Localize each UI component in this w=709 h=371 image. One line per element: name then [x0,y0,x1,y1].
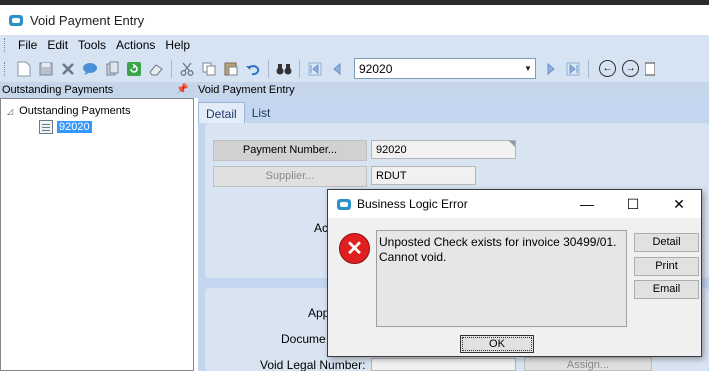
tree-item-payment[interactable]: 92020 [39,120,92,134]
menu-actions[interactable]: Actions [111,38,160,52]
toolbar: 92020 ▼ ← → [0,55,709,82]
collapse-triangle-icon[interactable]: ◿ [7,107,13,116]
toolbar-separator [268,59,269,78]
toolbar-separator [171,59,172,78]
window-title: Void Payment Entry [30,12,145,28]
search-binoculars-icon[interactable] [273,58,295,80]
tree-root-label: Outstanding Payments [19,105,131,117]
pin-icon[interactable]: 📌 [176,83,188,97]
partial-label-ac: Ac [314,221,329,235]
next-record-icon[interactable] [540,58,562,80]
dialog-titlebar: Business Logic Error — ☐ ✕ [328,190,701,218]
record-selector[interactable]: 92020 ▼ [354,58,536,79]
toolbar-separator [588,59,589,78]
attachment-icon[interactable] [101,58,123,80]
tab-list[interactable]: List [245,102,278,123]
document-icon [39,120,53,134]
minimize-icon[interactable]: — [564,190,610,218]
detail-button[interactable]: Detail [634,233,699,252]
undo-icon[interactable] [242,58,264,80]
maximize-icon[interactable]: ☐ [610,190,656,218]
delete-icon[interactable] [57,58,79,80]
tab-strip: Detail List [198,102,277,123]
copy-icon[interactable] [198,58,220,80]
print-button[interactable]: Print [634,257,699,276]
tab-detail[interactable]: Detail [198,102,245,123]
tree-item-label: 92020 [57,121,92,133]
supplier-button[interactable]: Supplier... [213,166,367,187]
supplier-field[interactable]: RDUT [371,166,476,185]
right-panel-header: Void Payment Entry [198,84,295,96]
toolbar-separator [299,59,300,78]
overflow-icon[interactable] [639,58,661,80]
new-icon[interactable] [13,58,35,80]
previous-record-icon[interactable] [326,58,348,80]
void-legal-number-label: Void Legal Number: [260,358,366,371]
clear-icon[interactable] [145,58,167,80]
email-button[interactable]: Email [634,280,699,299]
left-panel-header: Outstanding Payments [2,84,114,96]
ok-button[interactable]: OK [460,335,534,353]
menu-help[interactable]: Help [160,38,195,52]
app-icon [9,14,23,26]
tree-root-node[interactable]: ◿ Outstanding Payments [7,105,130,117]
menu-tools[interactable]: Tools [73,38,111,52]
paste-icon[interactable] [220,58,242,80]
window-titlebar: Void Payment Entry [0,5,709,35]
outstanding-payments-tree: ◿ Outstanding Payments 92020 [0,98,194,371]
partial-label-docume: Docume [281,332,326,346]
refresh-icon[interactable] [123,58,145,80]
first-record-icon[interactable] [304,58,326,80]
error-icon: ✕ [339,233,370,264]
save-icon[interactable] [35,58,57,80]
record-selector-value: 92020 [359,61,393,76]
last-record-icon[interactable] [562,58,584,80]
menubar: File Edit Tools Actions Help [0,35,709,55]
dialog-app-icon [337,198,351,210]
void-legal-number-field[interactable] [371,358,516,371]
toolbar-grip [4,61,7,76]
dialog-title: Business Logic Error [357,197,468,211]
menubar-grip [4,38,7,52]
error-dialog: Business Logic Error — ☐ ✕ ✕ Unposted Ch… [327,189,702,357]
circle-arrow-left-icon[interactable]: ← [599,60,616,77]
menu-file[interactable]: File [13,38,42,52]
payment-number-field[interactable]: 92020 [371,140,516,159]
cut-icon[interactable] [176,58,198,80]
memo-icon[interactable] [79,58,101,80]
payment-number-button[interactable]: Payment Number... [213,140,367,161]
error-message: Unposted Check exists for invoice 30499/… [376,230,627,327]
close-icon[interactable]: ✕ [656,190,702,218]
assign-button[interactable]: Assign... [524,357,652,371]
menu-edit[interactable]: Edit [42,38,73,52]
circle-arrow-right-icon[interactable]: → [622,60,639,77]
dropdown-arrow-icon[interactable]: ▼ [521,59,535,78]
